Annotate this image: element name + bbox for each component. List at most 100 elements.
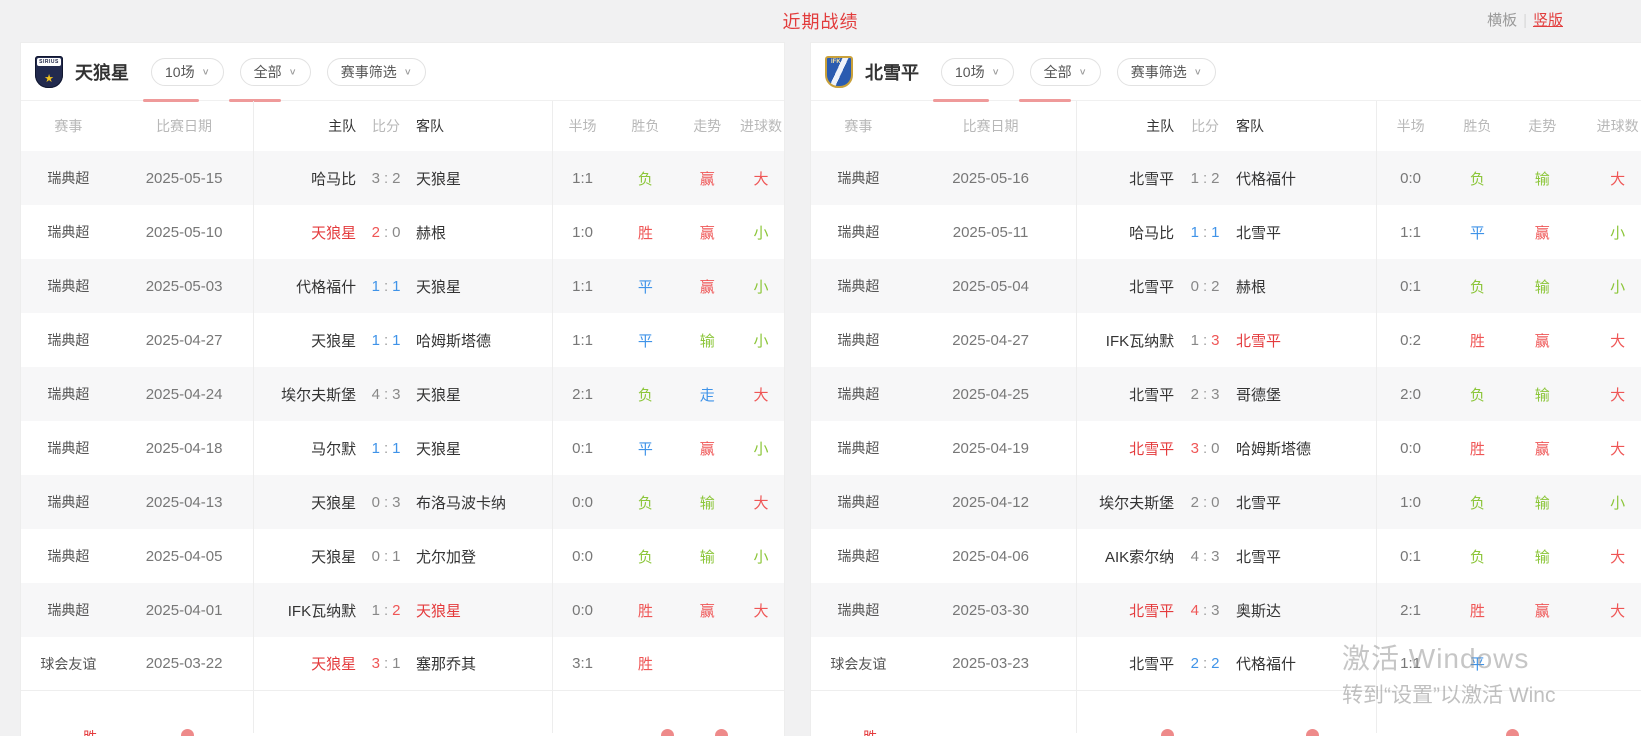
result-badge: 平 <box>1447 222 1509 243</box>
match-score: 3:2 <box>362 170 410 187</box>
match-row[interactable]: 瑞典超2025-04-06AIK索尔纳4:3北雪平0:1负输大 <box>811 529 1641 583</box>
result-badge: 平 <box>614 438 676 459</box>
chevron-down-icon: ∨ <box>1194 66 1202 76</box>
matches-count-dropdown[interactable]: 10场 ∨ <box>151 58 224 86</box>
home-team-name: 天狼星 <box>252 546 362 567</box>
match-score: 2:2 <box>1180 655 1230 672</box>
col-goals-header: 进球数 <box>1576 116 1641 136</box>
match-row[interactable]: 瑞典超2025-05-10天狼星2:0赫根1:0胜赢小 <box>21 205 784 259</box>
score-colon: : <box>1203 170 1207 187</box>
trend-badge: 赢 <box>676 222 738 243</box>
half-time-score: 1:0 <box>551 224 615 241</box>
match-row[interactable]: 瑞典超2025-04-25北雪平2:3哥德堡2:0负输大 <box>811 367 1641 421</box>
match-score: 3:0 <box>1180 440 1230 457</box>
match-row[interactable]: 瑞典超2025-05-16北雪平1:2代格福什0:0负输大 <box>811 151 1641 205</box>
match-row[interactable]: 瑞典超2025-05-11哈马比1:1北雪平1:1平赢小 <box>811 205 1641 259</box>
goals-badge: 小 <box>1576 276 1641 297</box>
away-team-name: 北雪平 <box>1230 492 1375 513</box>
home-score: 3 <box>372 655 380 672</box>
match-score: 0:3 <box>362 494 410 511</box>
active-filter-underline <box>1019 99 1071 102</box>
match-row[interactable]: 瑞典超2025-05-04北雪平0:2赫根0:1负输小 <box>811 259 1641 313</box>
col-home-header: 主队 <box>252 116 362 136</box>
event-filter-value: 赛事筛选 <box>1131 62 1187 82</box>
match-row[interactable]: 瑞典超2025-03-30北雪平4:3奥斯达2:1胜赢大 <box>811 583 1641 637</box>
result-badge: 胜 <box>1447 600 1509 621</box>
match-date: 2025-04-05 <box>116 548 253 565</box>
away-score: 1 <box>392 548 400 565</box>
col-goals-header: 进球数 <box>738 116 784 136</box>
active-filter-underline <box>143 99 199 102</box>
result-badge: 胜 <box>1447 438 1509 459</box>
col-date-header: 比赛日期 <box>906 116 1076 136</box>
league-name: 瑞典超 <box>811 276 906 296</box>
col-event-header: 赛事 <box>21 116 116 136</box>
score-colon: : <box>1203 440 1207 457</box>
match-row[interactable]: 球会友谊2025-03-22天狼星3:1塞那乔其3:1胜 <box>21 637 784 691</box>
match-row[interactable]: 瑞典超2025-04-01IFK瓦纳默1:2天狼星0:0胜赢大 <box>21 583 784 637</box>
top-bar: 近期战绩 横板|竖版 <box>0 0 1641 36</box>
away-score: 1 <box>392 332 400 349</box>
away-team-name: 哥德堡 <box>1230 384 1375 405</box>
goals-badge: 小 <box>738 222 784 243</box>
scope-dropdown[interactable]: 全部 ∨ <box>240 58 311 86</box>
match-score: 4:3 <box>1180 548 1230 565</box>
layout-vertical-link[interactable]: 竖版 <box>1533 12 1563 29</box>
trend-badge: 输 <box>676 330 738 351</box>
home-team-name: IFK瓦纳默 <box>252 600 362 621</box>
goals-badge: 大 <box>738 600 784 621</box>
home-score: 1 <box>1191 224 1199 241</box>
trend-badge: 输 <box>676 492 738 513</box>
match-row[interactable]: 瑞典超2025-04-12埃尔夫斯堡2:0北雪平1:0负输小 <box>811 475 1641 529</box>
result-badge: 负 <box>1447 168 1509 189</box>
match-row[interactable]: 瑞典超2025-04-19北雪平3:0哈姆斯塔德0:0胜赢大 <box>811 421 1641 475</box>
windows-activation-watermark-line1: 激活 Windows <box>1342 637 1529 677</box>
win-dot-icon <box>661 729 674 736</box>
match-row[interactable]: 瑞典超2025-05-15哈马比3:2天狼星1:1负赢大 <box>21 151 784 205</box>
match-score: 4:3 <box>362 386 410 403</box>
match-row[interactable]: 瑞典超2025-04-13天狼星0:3布洛马波卡纳0:0负输大 <box>21 475 784 529</box>
half-time-score: 0:0 <box>551 494 615 511</box>
result-badge: 负 <box>1447 492 1509 513</box>
away-score: 3 <box>1211 548 1219 565</box>
away-team-name: 哈姆斯塔德 <box>1230 438 1375 459</box>
away-team-name: 天狼星 <box>410 168 551 189</box>
goals-badge: 小 <box>1576 492 1641 513</box>
home-team-name: 天狼星 <box>252 330 362 351</box>
event-filter-dropdown[interactable]: 赛事筛选 ∨ <box>327 58 426 86</box>
match-row[interactable]: 瑞典超2025-04-27天狼星1:1哈姆斯塔德1:1平输小 <box>21 313 784 367</box>
match-row[interactable]: 瑞典超2025-04-24埃尔夫斯堡4:3天狼星2:1负走大 <box>21 367 784 421</box>
home-team-name: 代格福什 <box>252 276 362 297</box>
trend-badge: 赢 <box>1508 222 1576 243</box>
match-row[interactable]: 瑞典超2025-04-05天狼星0:1尤尔加登0:0负输小 <box>21 529 784 583</box>
event-filter-dropdown[interactable]: 赛事筛选 ∨ <box>1117 58 1216 86</box>
league-name: 瑞典超 <box>811 168 906 188</box>
result-badge: 负 <box>614 168 676 189</box>
away-team-name: 天狼星 <box>410 438 551 459</box>
matches-count-dropdown[interactable]: 10场 ∨ <box>941 58 1014 86</box>
match-row[interactable]: 瑞典超2025-04-27IFK瓦纳默1:3北雪平0:2胜赢大 <box>811 313 1641 367</box>
score-colon: : <box>384 494 388 511</box>
match-score: 0:1 <box>362 548 410 565</box>
away-score: 3 <box>392 494 400 511</box>
team-name: 北雪平 <box>865 59 919 85</box>
home-score: 0 <box>1191 278 1199 295</box>
match-score: 1:3 <box>1180 332 1230 349</box>
home-score: 1 <box>372 278 380 295</box>
goals-badge: 大 <box>1576 600 1641 621</box>
result-badge: 负 <box>614 384 676 405</box>
col-result-header: 胜负 <box>614 116 676 136</box>
layout-horizontal-link[interactable]: 横板 <box>1487 12 1517 29</box>
league-name: 瑞典超 <box>21 492 116 512</box>
match-row[interactable]: 瑞典超2025-04-18马尔默1:1天狼星0:1平赢小 <box>21 421 784 475</box>
home-team-name: 哈马比 <box>1075 222 1180 243</box>
half-time-score: 0:1 <box>1375 548 1447 565</box>
away-team-name: 天狼星 <box>410 276 551 297</box>
home-team-name: 哈马比 <box>252 168 362 189</box>
scope-dropdown[interactable]: 全部 ∨ <box>1030 58 1101 86</box>
match-row[interactable]: 瑞典超2025-05-03代格福什1:1天狼星1:1平赢小 <box>21 259 784 313</box>
away-score: 2 <box>392 602 400 619</box>
home-team-name: 北雪平 <box>1075 600 1180 621</box>
match-date: 2025-03-30 <box>906 602 1076 619</box>
score-colon: : <box>384 440 388 457</box>
